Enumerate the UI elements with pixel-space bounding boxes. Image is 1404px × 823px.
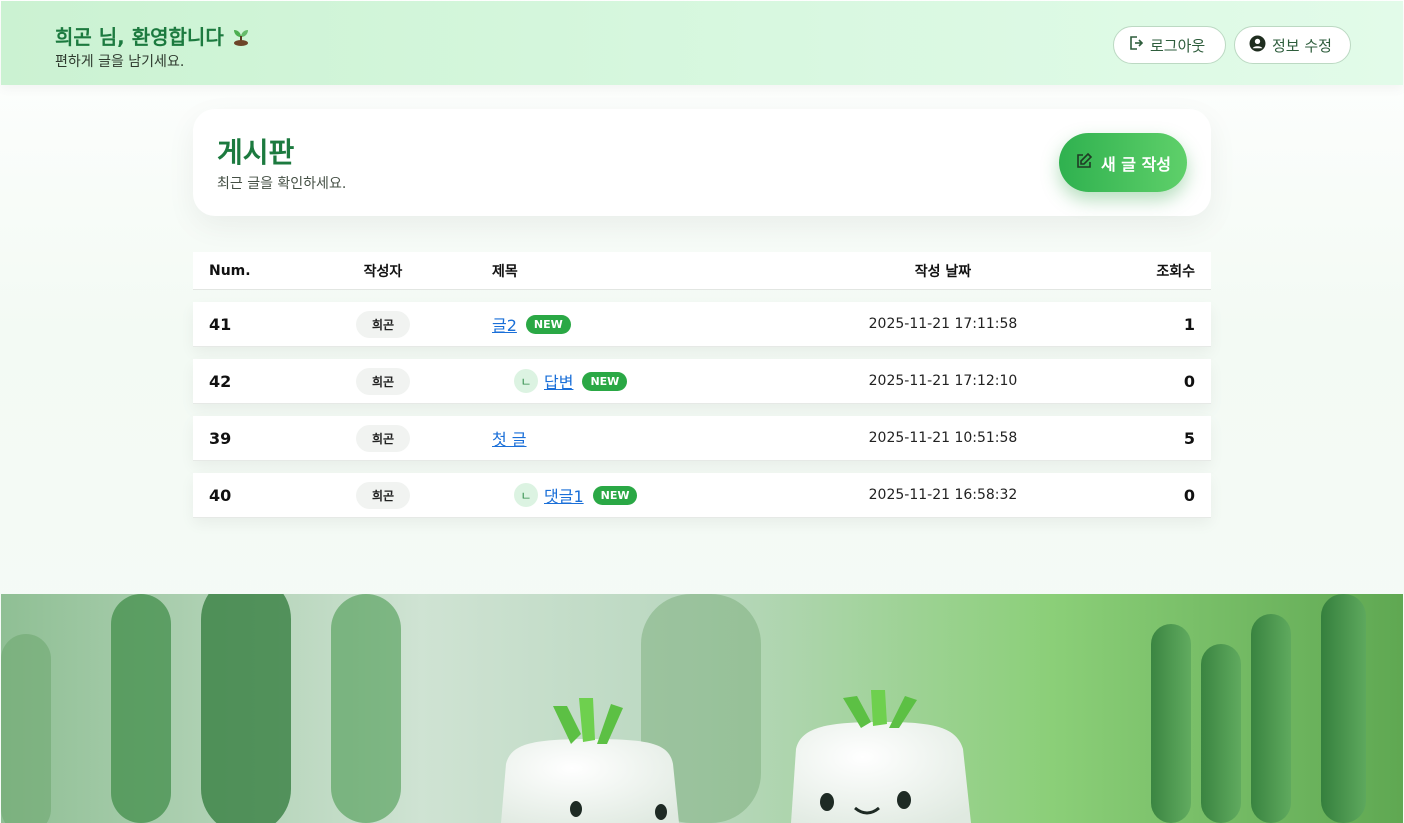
reply-mark-icon: ㄴ xyxy=(514,483,538,507)
new-post-label: 새 글 작성 xyxy=(1100,154,1172,174)
post-date: 2025-11-21 16:58:32 xyxy=(868,487,1018,503)
post-date: 2025-11-21 17:11:58 xyxy=(868,316,1018,332)
column-header-title: 제목 xyxy=(492,263,518,280)
view-count: 1 xyxy=(1183,314,1195,334)
title-cell: ㄴ 답변 NEW xyxy=(492,359,628,403)
page-title: 게시판 xyxy=(217,136,295,169)
table-row[interactable]: 39 희곤 첫 글 2025-11-21 10:51:58 5 xyxy=(193,416,1211,461)
view-count: 5 xyxy=(1183,428,1195,448)
view-count: 0 xyxy=(1183,371,1195,391)
logout-label: 로그아웃 xyxy=(1150,36,1206,55)
post-date: 2025-11-21 17:12:10 xyxy=(868,373,1018,389)
new-badge: NEW xyxy=(582,371,628,391)
edit-profile-label: 정보 수정 xyxy=(1272,36,1332,55)
table-row[interactable]: 40 희곤 ㄴ 댓글1 NEW 2025-11-21 16:58:32 0 xyxy=(193,473,1211,518)
edit-icon xyxy=(1075,152,1093,174)
author-chip: 희곤 xyxy=(355,367,411,395)
table-row[interactable]: 42 희곤 ㄴ 답변 NEW 2025-11-21 17:12:10 0 xyxy=(193,359,1211,404)
post-number: 40 xyxy=(209,485,232,505)
board-header-card: 게시판 최근 글을 확인하세요. 새 글 작성 xyxy=(193,109,1211,216)
reply-mark-icon: ㄴ xyxy=(514,369,538,393)
header-subtitle: 편하게 글을 남기세요. xyxy=(55,54,185,70)
logout-icon xyxy=(1128,35,1144,55)
post-title-link[interactable]: 답변 xyxy=(544,369,573,393)
column-header-num: Num. xyxy=(209,262,251,279)
sprout-icon xyxy=(230,25,252,47)
new-badge: NEW xyxy=(592,485,638,505)
author-chip: 희곤 xyxy=(355,424,411,452)
author-cell: 희곤 xyxy=(323,359,443,403)
user-circle-icon xyxy=(1249,35,1266,56)
column-header-date: 작성 날짜 xyxy=(914,263,972,280)
post-number: 39 xyxy=(209,428,232,448)
view-count: 0 xyxy=(1183,485,1195,505)
post-number: 41 xyxy=(209,314,232,334)
author-cell: 희곤 xyxy=(323,473,443,517)
post-date: 2025-11-21 10:51:58 xyxy=(868,430,1018,446)
author-cell: 희곤 xyxy=(323,416,443,460)
new-badge: NEW xyxy=(525,314,571,334)
decorative-cactus-image xyxy=(1,594,1403,823)
author-chip: 희곤 xyxy=(355,310,411,338)
title-cell: 첫 글 xyxy=(492,416,527,460)
new-post-button[interactable]: 새 글 작성 xyxy=(1059,133,1187,192)
column-header-views: 조회수 xyxy=(1156,263,1195,280)
title-cell: 글2 NEW xyxy=(492,302,571,346)
author-cell: 희곤 xyxy=(323,302,443,346)
edit-profile-button[interactable]: 정보 수정 xyxy=(1234,26,1351,64)
post-number: 42 xyxy=(209,371,232,391)
column-header-author: 작성자 xyxy=(363,263,403,280)
table-header: Num. 작성자 제목 작성 날짜 조회수 xyxy=(193,252,1211,290)
post-title-link[interactable]: 글2 xyxy=(492,312,517,336)
author-chip: 희곤 xyxy=(355,481,411,509)
top-header: 희곤 님, 환영합니다 편하게 글을 남기세요. 로그아웃 정보 수정 xyxy=(1,1,1403,85)
greeting: 희곤 님, 환영합니다 xyxy=(55,21,252,50)
title-cell: ㄴ 댓글1 NEW xyxy=(492,473,638,517)
post-title-link[interactable]: 댓글1 xyxy=(544,483,584,507)
greeting-text: 희곤 님, 환영합니다 xyxy=(55,25,224,49)
table-row[interactable]: 41 희곤 글2 NEW 2025-11-21 17:11:58 1 xyxy=(193,302,1211,347)
board-subtitle: 최근 글을 확인하세요. xyxy=(217,176,347,192)
logout-button[interactable]: 로그아웃 xyxy=(1113,26,1226,64)
post-title-link[interactable]: 첫 글 xyxy=(492,426,527,450)
